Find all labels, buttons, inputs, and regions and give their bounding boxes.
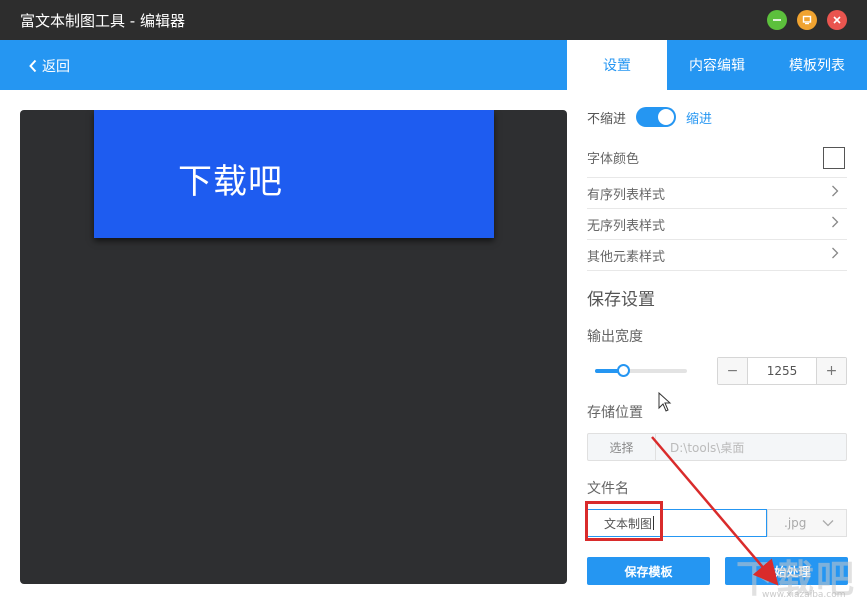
watermark-url: www.xiazaiba.com: [762, 590, 846, 600]
extension-value: .jpg: [784, 516, 807, 530]
filename-input[interactable]: 文本制图: [587, 509, 767, 537]
minimize-button[interactable]: [767, 10, 787, 30]
filename-label: 文件名: [587, 481, 629, 497]
width-stepper: − 1255 +: [717, 357, 847, 385]
text-caret: [653, 516, 655, 530]
width-decrement-button[interactable]: −: [718, 358, 748, 384]
storage-location-field: 选择 D:\tools\桌面: [587, 433, 847, 461]
chevron-right-icon: [831, 216, 847, 232]
indent-off-label: 不缩进: [587, 111, 627, 127]
indent-on-label: 缩进: [686, 111, 713, 127]
width-increment-button[interactable]: +: [816, 358, 846, 384]
back-label: 返回: [42, 59, 70, 75]
maximize-icon: [802, 15, 812, 25]
preview-card: 下载吧: [94, 110, 494, 238]
storage-location-label: 存储位置: [587, 405, 643, 421]
settings-panel: 不缩进 缩进 字体颜色 有序列表样式 无序列表样式 其他元素样式 保存设置 输出…: [585, 90, 848, 605]
chevron-right-icon: [831, 247, 847, 263]
other-elements-style-item[interactable]: 其他元素样式: [587, 240, 847, 271]
chevron-left-icon: [29, 59, 37, 73]
font-color-label: 字体颜色: [587, 152, 640, 167]
output-width-label: 输出宽度: [587, 329, 643, 345]
close-icon: [833, 16, 841, 24]
storage-path-input[interactable]: D:\tools\桌面: [656, 434, 846, 460]
minimize-icon: [773, 19, 781, 21]
tab-template-list[interactable]: 模板列表: [767, 40, 867, 90]
preview-canvas: 下载吧: [20, 110, 567, 584]
font-color-row: 字体颜色: [587, 138, 847, 178]
width-slider[interactable]: [595, 364, 687, 377]
extension-select[interactable]: .jpg: [767, 509, 847, 537]
ordered-list-style-item[interactable]: 有序列表样式: [587, 178, 847, 209]
other-elements-label: 其他元素样式: [587, 249, 666, 265]
tab-content-edit[interactable]: 内容编辑: [667, 40, 767, 90]
filename-value: 文本制图: [604, 516, 653, 531]
close-button[interactable]: [827, 10, 847, 30]
app-window: 富文本制图工具 - 编辑器 返回 设置 内容编辑 模板列表 下载吧 不缩进 缩进: [0, 0, 867, 605]
preview-text: 下载吧: [178, 162, 283, 202]
slider-thumb[interactable]: [616, 364, 630, 377]
choose-folder-button[interactable]: 选择: [588, 434, 656, 460]
window-title: 富文本制图工具 - 编辑器: [20, 12, 185, 30]
save-settings-title: 保存设置: [587, 290, 655, 310]
indent-toggle[interactable]: [636, 107, 677, 127]
maximize-button[interactable]: [797, 10, 817, 30]
nav-bar: 返回 设置 内容编辑 模板列表: [0, 40, 867, 90]
chevron-right-icon: [831, 185, 847, 201]
font-color-picker[interactable]: [823, 146, 845, 169]
watermark: 下载吧 www.xiazaiba.com: [736, 548, 864, 604]
back-button[interactable]: 返回: [28, 56, 70, 76]
width-value[interactable]: 1255: [748, 358, 816, 384]
unordered-list-label: 无序列表样式: [587, 218, 666, 234]
ordered-list-label: 有序列表样式: [587, 187, 666, 203]
indent-toggle-row: 不缩进 缩进: [587, 106, 847, 128]
title-bar: 富文本制图工具 - 编辑器: [0, 0, 867, 40]
chevron-down-icon: [822, 520, 834, 527]
unordered-list-style-item[interactable]: 无序列表样式: [587, 209, 847, 240]
tab-settings[interactable]: 设置: [567, 40, 667, 90]
save-template-button[interactable]: 保存模板: [587, 557, 710, 585]
toggle-knob: [658, 109, 675, 125]
